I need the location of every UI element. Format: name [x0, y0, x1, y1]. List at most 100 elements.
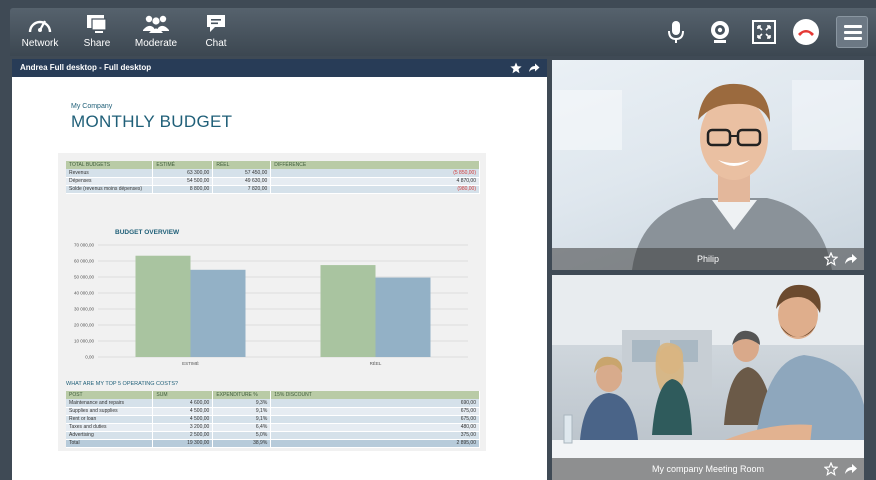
total-row: Total 19 300,00 38,9% 2 895,00 — [66, 439, 480, 448]
table-cell: Total — [66, 439, 154, 448]
monitor-share-icon — [87, 15, 107, 33]
table-cell: 19 300,00 — [152, 439, 214, 448]
document-title: MONTHLY BUDGET — [71, 112, 233, 131]
y-tick-label: 0,00 — [85, 355, 94, 360]
table-cell: Solde (revenus moins dépenses) — [66, 185, 154, 194]
company-name: My Company — [71, 103, 113, 110]
table-row: Maintenance and repairs 4 600,00 9,3% 69… — [66, 399, 480, 408]
table-cell: 5,0% — [212, 431, 272, 440]
participant-name: My company Meeting Room — [651, 464, 765, 474]
table-cell: 9,3% — [212, 399, 272, 408]
table-cell: 38,9% — [212, 439, 272, 448]
x-tick-label: ESTIMÉ — [182, 360, 199, 366]
table-cell: 4 600,00 — [152, 399, 214, 408]
y-tick-label: 10 000,00 — [74, 339, 95, 344]
chat-button[interactable]: Chat — [186, 12, 246, 49]
table-cell: Supplies and supplies — [66, 407, 154, 416]
table-row: Solde (revenus moins dépenses) 8 800,00 … — [66, 185, 480, 194]
chart-title: BUDGET OVERVIEW — [115, 229, 180, 236]
video-caption-bar: My company Meeting Room — [552, 458, 864, 480]
star-outline-icon[interactable] — [824, 462, 838, 476]
table-cell: 675,00 — [270, 407, 480, 416]
summary-header: ESTIMÉ — [152, 161, 214, 169]
table-cell: 4 500,00 — [152, 407, 214, 416]
costs-header: 15% DISCOUNT — [270, 391, 480, 399]
table-cell: Rent or loan — [66, 415, 154, 424]
summary-header: DIFFÉRENCE — [270, 161, 480, 169]
summary-header: TOTAL BUDGETS — [66, 161, 154, 169]
table-cell: 3 200,00 — [152, 423, 214, 432]
y-tick-label: 40 000,00 — [74, 291, 95, 296]
hang-up-icon[interactable] — [792, 18, 820, 46]
share-label: Share — [83, 38, 111, 49]
table-cell: 480,00 — [270, 423, 480, 432]
y-tick-label: 30 000,00 — [74, 307, 95, 312]
forward-arrow-icon[interactable] — [844, 252, 858, 266]
table-cell: 6,4% — [212, 423, 272, 432]
y-tick-label: 20 000,00 — [74, 323, 95, 328]
bar — [135, 255, 191, 357]
costs-header: EXPENDITURE % — [212, 391, 272, 399]
table-row: Taxes and duties 3 200,00 6,4% 480,00 — [66, 423, 480, 432]
meeting-room-scene — [552, 275, 864, 480]
table-row: Dépenses 54 500,00 49 630,00 4 870,00 — [66, 177, 480, 186]
menu-icon[interactable] — [836, 16, 868, 48]
star-icon[interactable] — [510, 62, 522, 74]
webcam-icon[interactable] — [706, 18, 734, 46]
moderate-button[interactable]: Moderate — [126, 12, 186, 49]
table-cell: 2 895,00 — [270, 439, 480, 448]
summary-header-row: TOTAL BUDGETS ESTIMÉ RÉEL DIFFÉRENCE — [66, 161, 480, 169]
table-cell: (980,00) — [270, 185, 480, 194]
participant-name: Philip — [696, 254, 719, 264]
table-cell: 54 500,00 — [152, 177, 214, 186]
table-cell: Taxes and duties — [66, 423, 154, 432]
table-cell: 4 870,00 — [270, 177, 480, 186]
table-cell: 63 300,00 — [152, 169, 214, 178]
summary-table: TOTAL BUDGETS ESTIMÉ RÉEL DIFFÉRENCE Rev… — [66, 161, 480, 194]
table-cell: 7 820,00 — [212, 185, 272, 194]
bar — [375, 277, 431, 357]
costs-header: SUM — [152, 391, 214, 399]
gauge-icon — [28, 20, 52, 33]
budget-overview-chart: 0,00 10 000,00 20 000,00 30 000,00 40 000,00… — [74, 243, 468, 366]
table-cell: Dépenses — [66, 177, 154, 186]
forward-arrow-icon[interactable] — [528, 62, 540, 74]
table-row: Rent or loan 4 500,00 9,1% 675,00 — [66, 415, 480, 424]
network-label: Network — [21, 38, 59, 49]
fullscreen-icon[interactable] — [750, 18, 778, 46]
table-cell: 675,00 — [270, 415, 480, 424]
table-cell: 4 500,00 — [152, 415, 214, 424]
video-tile-meeting-room[interactable]: My company Meeting Room — [552, 275, 864, 480]
network-button[interactable]: Network — [10, 12, 70, 49]
share-button[interactable]: Share — [67, 12, 127, 49]
costs-title: WHAT ARE MY TOP 5 OPERATING COSTS? — [66, 381, 179, 387]
video-tile-philip[interactable]: Philip — [552, 60, 864, 270]
microphone-icon[interactable] — [662, 18, 690, 46]
table-row: Revenus 63 300,00 57 450,00 (5 850,00) — [66, 169, 480, 178]
table-cell: 2 500,00 — [152, 431, 214, 440]
moderate-label: Moderate — [134, 38, 178, 49]
forward-arrow-icon[interactable] — [844, 462, 858, 476]
budget-sheet: TOTAL BUDGETS ESTIMÉ RÉEL DIFFÉRENCE Rev… — [58, 153, 486, 451]
participant-portrait — [552, 80, 864, 270]
table-row: Supplies and supplies 4 500,00 9,1% 675,… — [66, 407, 480, 416]
costs-table: POST SUM EXPENDITURE % 15% DISCOUNT Main… — [66, 391, 480, 448]
x-tick-label: RÉEL — [370, 360, 382, 366]
star-outline-icon[interactable] — [824, 252, 838, 266]
desktop-title: Andrea Full desktop - Full desktop — [20, 63, 152, 72]
table-cell: 9,1% — [212, 415, 272, 424]
table-cell: Maintenance and repairs — [66, 399, 154, 408]
people-group-icon — [143, 15, 169, 33]
summary-header: RÉEL — [212, 161, 272, 169]
table-row: Advertising 2 500,00 5,0% 375,00 — [66, 431, 480, 440]
desktop-header: Andrea Full desktop - Full desktop — [12, 59, 547, 77]
costs-header-row: POST SUM EXPENDITURE % 15% DISCOUNT — [66, 391, 480, 399]
bar — [320, 265, 376, 357]
chat-label: Chat — [205, 38, 227, 49]
table-cell: Advertising — [66, 431, 154, 440]
table-cell: 690,00 — [270, 399, 480, 408]
video-caption-bar: Philip — [552, 248, 864, 270]
table-cell: 8 800,00 — [152, 185, 214, 194]
costs-header: POST — [66, 391, 154, 399]
table-cell: 49 630,00 — [212, 177, 272, 186]
